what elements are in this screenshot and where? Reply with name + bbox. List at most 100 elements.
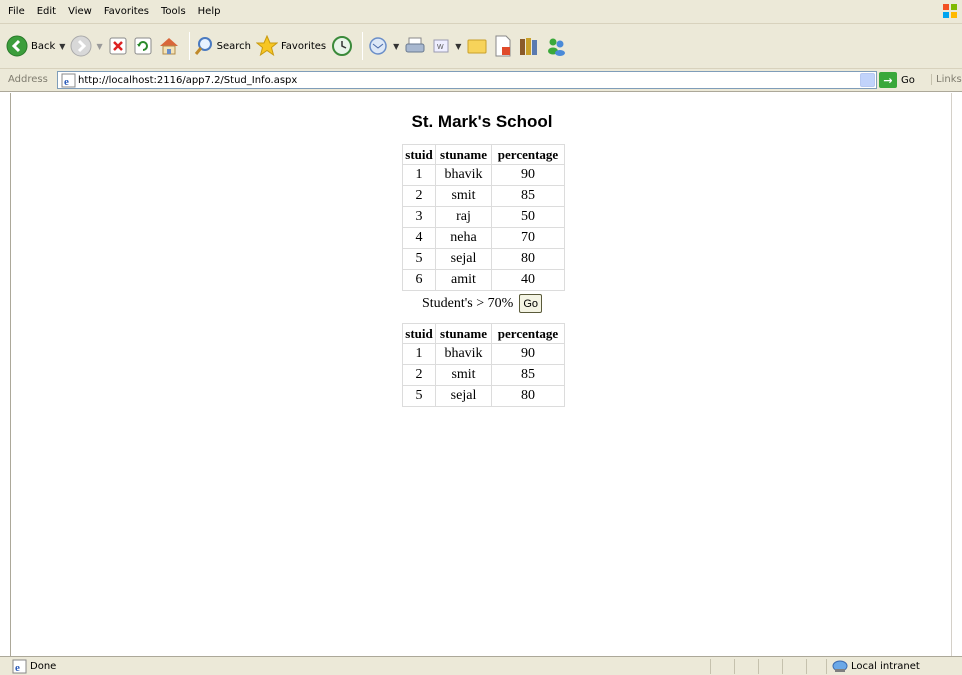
stuname-cell: bhavik	[435, 164, 492, 186]
column-header: stuid	[402, 323, 436, 344]
address-input[interactable]: e http://localhost:2116/app7.2/Stud_Info…	[57, 71, 877, 89]
go-arrow-icon: →	[879, 72, 897, 88]
status-bar: e Done Local intranet	[0, 656, 962, 675]
menu-file[interactable]: File	[2, 0, 31, 24]
stuname-cell: amit	[435, 269, 492, 291]
home-button[interactable]	[158, 28, 180, 64]
address-dropdown-icon[interactable]	[860, 73, 875, 87]
table-row: 2 smit 85	[402, 185, 565, 207]
table-row: 1 bhavik 90	[402, 164, 565, 186]
table-row: 1 bhavik 90	[402, 343, 565, 365]
column-header: stuid	[402, 144, 436, 165]
discuss-button[interactable]	[466, 28, 488, 64]
refresh-icon	[134, 37, 152, 55]
status-pane	[758, 659, 782, 674]
percentage-cell: 85	[491, 185, 565, 207]
back-arrow-icon	[6, 35, 28, 57]
filter-go-button[interactable]: Go	[519, 294, 542, 313]
search-icon	[194, 37, 212, 55]
mail-icon	[369, 37, 387, 55]
edit-word-icon: W	[433, 39, 449, 53]
stuname-cell: sejal	[435, 385, 492, 407]
table-row: 5 sejal 80	[402, 385, 565, 407]
stuid-cell: 3	[402, 206, 436, 228]
page-content: St. Mark's School stuid stuname percenta…	[10, 93, 952, 656]
percentage-cell: 80	[491, 385, 565, 407]
students-table: stuid stuname percentage 1 bhavik 90 2 s…	[402, 144, 565, 291]
history-icon	[332, 36, 353, 56]
favorites-button[interactable]: Favorites	[255, 28, 327, 64]
stuname-cell: smit	[435, 185, 492, 207]
local-intranet-icon	[832, 660, 848, 672]
stop-icon	[109, 37, 127, 55]
ie-page-icon: e	[12, 659, 27, 674]
forward-dropdown-icon[interactable]: ▼	[96, 42, 102, 51]
refresh-button[interactable]	[133, 28, 153, 64]
mail-button[interactable]: ▼	[367, 28, 399, 64]
go-label: Go	[901, 74, 915, 86]
history-button[interactable]	[331, 28, 353, 64]
status-pane	[782, 659, 806, 674]
zone-label: Local intranet	[851, 661, 920, 672]
svg-text:W: W	[437, 44, 444, 51]
svg-text:e: e	[64, 76, 69, 88]
status-pane	[710, 659, 734, 674]
stuid-cell: 5	[402, 248, 436, 270]
menu-view[interactable]: View	[62, 0, 98, 24]
links-button[interactable]: Links	[931, 74, 962, 85]
status-panes	[710, 659, 830, 674]
stuid-cell: 4	[402, 227, 436, 249]
menu-favorites[interactable]: Favorites	[98, 0, 155, 24]
filtered-students-table: stuid stuname percentage 1 bhavik 90 2 s…	[402, 323, 565, 407]
contacts-button[interactable]	[545, 28, 567, 64]
mail-dropdown-icon[interactable]: ▼	[393, 42, 399, 51]
status-text: Done	[30, 661, 57, 672]
edit-button[interactable]: W ▼	[431, 28, 461, 64]
stuid-cell: 1	[402, 164, 436, 186]
stuname-cell: sejal	[435, 248, 492, 270]
toolbar-separator	[362, 32, 364, 60]
messenger-people-icon	[548, 38, 566, 56]
filter-row: Student's > 70% Go	[11, 294, 951, 313]
print-button[interactable]	[404, 28, 426, 64]
home-icon	[159, 38, 178, 55]
search-label: Search	[216, 40, 251, 52]
stuname-cell: smit	[435, 364, 492, 386]
forward-button[interactable]: ▼	[70, 28, 103, 64]
edit-dropdown-icon[interactable]: ▼	[455, 42, 461, 51]
column-header: percentage	[491, 323, 565, 344]
research-button[interactable]	[493, 28, 513, 64]
stuname-cell: raj	[435, 206, 492, 228]
stuid-cell: 5	[402, 385, 436, 407]
percentage-cell: 85	[491, 364, 565, 386]
stuid-cell: 2	[402, 364, 436, 386]
menu-edit[interactable]: Edit	[31, 0, 62, 24]
favorites-label: Favorites	[280, 40, 327, 52]
percentage-cell: 90	[491, 164, 565, 186]
document-icon	[495, 35, 511, 57]
security-zone[interactable]: Local intranet	[826, 659, 920, 674]
percentage-cell: 70	[491, 227, 565, 249]
search-button[interactable]: Search	[194, 28, 251, 64]
stop-button[interactable]	[108, 28, 128, 64]
page-title: St. Mark's School	[411, 112, 553, 131]
go-button[interactable]: → Go	[879, 71, 915, 89]
messenger-button[interactable]	[518, 28, 540, 64]
folder-icon	[467, 39, 487, 54]
stuid-cell: 6	[402, 269, 436, 291]
percentage-cell: 40	[491, 269, 565, 291]
column-header: stuname	[435, 144, 492, 165]
toolbar: Back ▼ ▼ Search Favorites ▼ W ▼	[0, 24, 962, 69]
toolbar-separator	[188, 32, 190, 60]
table-row: 2 smit 85	[402, 364, 565, 386]
back-dropdown-icon[interactable]: ▼	[59, 42, 65, 51]
back-button[interactable]: Back ▼	[6, 28, 65, 64]
menu-help[interactable]: Help	[192, 0, 227, 24]
stuid-cell: 1	[402, 343, 436, 365]
address-label: Address	[8, 74, 48, 85]
menu-bar: File Edit View Favorites Tools Help	[0, 0, 962, 24]
column-header: stuname	[435, 323, 492, 344]
back-label: Back	[31, 40, 56, 52]
forward-arrow-icon	[70, 35, 92, 57]
menu-tools[interactable]: Tools	[155, 0, 192, 24]
